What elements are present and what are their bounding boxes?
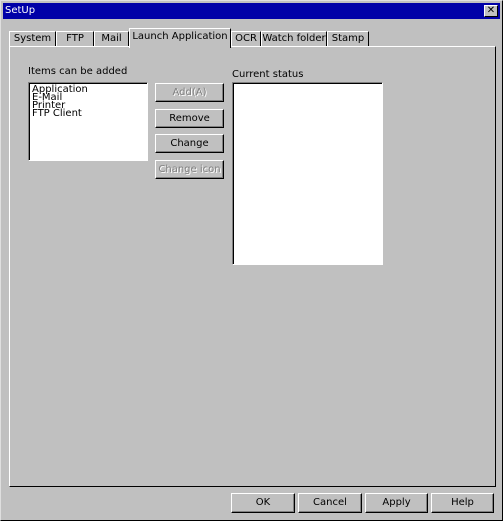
close-icon: ✕ — [486, 5, 496, 16]
tab-ftp[interactable]: FTP — [56, 31, 94, 47]
help-button[interactable]: Help — [431, 493, 494, 513]
tab-strip: System FTP Mail Launch Application OCR W… — [9, 28, 494, 48]
close-button[interactable]: ✕ — [484, 5, 498, 17]
tab-watch-folder[interactable]: Watch folder — [261, 31, 327, 47]
current-status-label: Current status — [232, 69, 304, 80]
list-item[interactable]: FTP Client — [29, 109, 147, 119]
remove-button[interactable]: Remove — [155, 109, 224, 128]
current-status-list[interactable] — [232, 82, 383, 265]
change-button[interactable]: Change — [155, 134, 224, 153]
tab-launch-application[interactable]: Launch Application — [129, 28, 231, 48]
tab-stamp[interactable]: Stamp — [327, 31, 369, 47]
tab-mail[interactable]: Mail — [94, 31, 129, 47]
add-button[interactable]: Add(A) — [155, 83, 224, 102]
apply-button[interactable]: Apply — [365, 493, 428, 513]
cancel-button[interactable]: Cancel — [298, 493, 362, 513]
items-can-be-added-label: Items can be added — [28, 66, 128, 77]
window-title: SetUp — [5, 5, 36, 16]
tab-system[interactable]: System — [9, 31, 56, 47]
change-icon-button[interactable]: Change icon — [155, 160, 224, 179]
launch-application-panel: Items can be added Application E-Mail Pr… — [9, 46, 496, 487]
title-bar[interactable]: SetUp ✕ — [3, 3, 500, 19]
tab-ocr[interactable]: OCR — [231, 31, 261, 47]
setup-dialog: SetUp ✕ System FTP Mail Launch Applicati… — [0, 0, 503, 521]
ok-button[interactable]: OK — [231, 493, 295, 513]
items-can-be-added-list[interactable]: Application E-Mail Printer FTP Client — [28, 82, 148, 161]
